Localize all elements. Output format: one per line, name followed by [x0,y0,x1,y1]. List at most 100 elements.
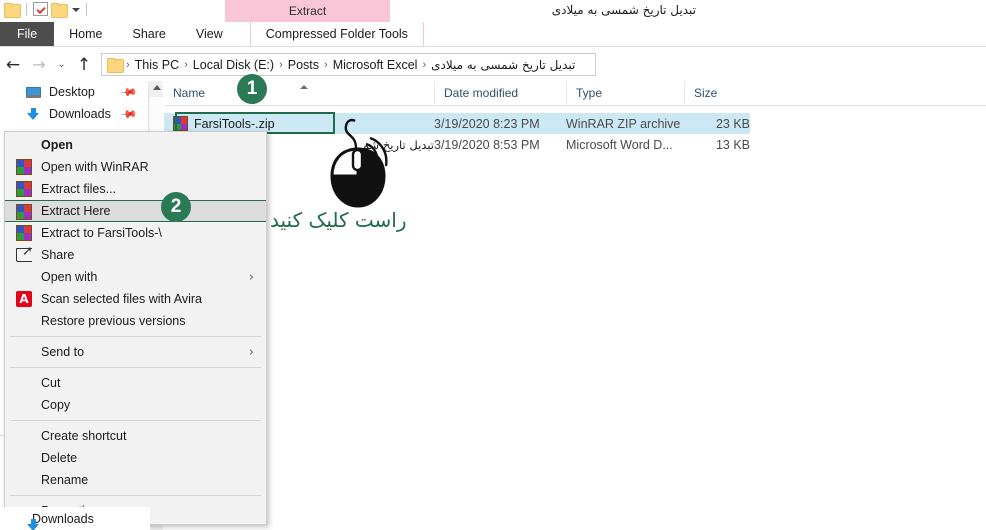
column-header-type[interactable]: Type [566,80,684,106]
winrar-icon [16,225,32,241]
title-bar: Extract تبدیل تاریخ شمسی به میلادی [0,0,986,22]
tab-compressed-folder-tools-label: Compressed Folder Tools [265,27,408,41]
breadcrumb-item-this-pc[interactable]: This PC [131,58,183,72]
folder-icon[interactable] [4,2,21,18]
contextual-tab-group-label: Extract [288,4,327,18]
folder-icon [107,58,124,73]
file-explorer-window: Extract تبدیل تاریخ شمسی به میلادی File … [0,0,986,530]
qat-divider [26,2,27,16]
context-menu: Open Open with WinRAR Extract files... E… [4,131,267,525]
menu-item-open-label: Open [41,138,73,152]
menu-item-share-label: Share [41,248,75,262]
menu-item-create-shortcut-label: Create shortcut [41,429,127,443]
file-date-cell: 3/19/2020 8:23 PM [434,116,540,131]
breadcrumb-item-microsoft-excel[interactable]: Microsoft Excel [329,58,422,72]
tab-home-label: Home [69,27,103,41]
menu-item-open-with-winrar[interactable]: Open with WinRAR [5,156,266,178]
breadcrumb-item-current-folder[interactable]: تبدیل تاریخ شمسی به میلادی [427,58,579,72]
pin-icon[interactable]: 📌 [120,83,139,102]
column-header-date-modified-label: Date modified [444,86,519,100]
menu-item-send-to[interactable]: Send to › [5,341,266,363]
column-header-size-label: Size [694,86,718,100]
new-folder-icon[interactable] [51,2,68,18]
menu-item-copy[interactable]: Copy [5,394,266,416]
column-header-type-label: Type [576,86,603,100]
menu-item-scan-with-avira-label: Scan selected files with Avira [41,292,202,306]
menu-item-restore-previous-versions[interactable]: Restore previous versions [5,310,266,332]
sidebar-item-downloads[interactable]: Downloads 📌 [0,103,148,125]
file-type-cell: Microsoft Word D... [566,137,673,152]
menu-item-scan-with-avira[interactable]: A Scan selected files with Avira [5,288,266,310]
arrow-up-icon[interactable]: ↑ [71,52,97,78]
menu-item-delete[interactable]: Delete [5,447,266,469]
chevron-up-icon[interactable] [153,85,161,90]
tab-home[interactable]: Home [54,22,117,46]
menu-item-copy-label: Copy [41,398,71,412]
tab-share-label: Share [132,27,166,41]
menu-separator [10,367,261,368]
file-size-cell: 23 KB [715,116,750,131]
menu-item-rename[interactable]: Rename [5,469,266,491]
arrow-right-icon[interactable]: → [26,52,52,78]
tab-view-label: View [195,27,223,41]
column-header-row: Name Date modified Type Size [164,80,986,106]
instruction-annotation: راست کلیک کنید [270,208,407,232]
properties-checkbox-icon[interactable] [33,2,48,16]
column-header-size[interactable]: Size [684,80,764,106]
chevron-down-icon[interactable] [72,8,80,12]
file-type-cell: WinRAR ZIP archive [566,116,681,131]
contextual-tab-group-extract[interactable]: Extract [225,0,390,22]
menu-item-extract-to-folder-label: Extract to FarsiTools-\ [41,226,162,240]
sidebar-item-desktop[interactable]: Desktop 📌 [0,81,148,103]
menu-item-extract-here-label: Extract Here [41,204,111,218]
sidebar-item-downloads-bottom-label: Downloads [32,511,94,526]
menu-separator [10,420,261,421]
sort-ascending-icon [300,85,308,89]
tab-share[interactable]: Share [118,22,181,46]
tab-compressed-folder-tools[interactable]: Compressed Folder Tools [249,22,424,46]
step-badge-1: 1 [237,74,267,104]
mouse-right-click-icon [318,118,398,210]
arrow-left-icon[interactable]: ← [0,52,26,78]
menu-item-create-shortcut[interactable]: Create shortcut [5,425,266,447]
menu-item-open-with-label: Open with [41,270,98,284]
column-header-name[interactable]: Name [164,81,434,106]
menu-item-open[interactable]: Open [5,134,266,156]
menu-item-extract-files[interactable]: Extract files... [5,178,266,200]
menu-item-extract-here[interactable]: Extract Here [5,200,266,222]
menu-item-share[interactable]: Share [5,244,266,266]
pin-icon[interactable]: 📌 [120,105,139,124]
menu-item-extract-to-folder[interactable]: Extract to FarsiTools-\ [5,222,266,244]
menu-item-open-with[interactable]: Open with › [5,266,266,288]
avira-icon: A [16,291,32,307]
file-date-cell: 3/19/2020 8:53 PM [434,137,540,152]
sidebar-item-desktop-label: Desktop [49,85,95,99]
tab-file[interactable]: File [0,22,55,46]
download-icon [26,107,43,121]
quick-access-toolbar [4,2,90,18]
breadcrumb-item-posts[interactable]: Posts [284,58,323,72]
menu-item-rename-label: Rename [41,473,89,487]
winrar-icon [16,204,32,220]
menu-item-cut-label: Cut [41,376,61,390]
menu-item-restore-previous-versions-label: Restore previous versions [41,314,186,328]
winrar-icon [16,181,32,197]
breadcrumb[interactable]: › This PC › Local Disk (E:) › Posts › Mi… [101,53,596,76]
breadcrumb-item-local-disk[interactable]: Local Disk (E:) [189,58,278,72]
chevron-right-icon: › [248,270,254,285]
chevron-down-icon[interactable]: ⌄ [52,52,71,78]
menu-item-cut[interactable]: Cut [5,372,266,394]
chevron-right-icon: › [248,345,254,360]
sidebar-item-downloads-bottom[interactable]: Downloads [0,507,150,530]
winrar-icon [16,159,32,175]
desktop-icon [26,86,43,98]
menu-item-send-to-label: Send to [41,345,85,359]
step-badge-2: 2 [161,192,191,222]
column-header-date-modified[interactable]: Date modified [434,80,566,106]
tab-view[interactable]: View [181,22,238,46]
column-header-name-label: Name [173,86,206,100]
menu-item-open-with-winrar-label: Open with WinRAR [41,160,149,174]
address-bar: ← → ⌄ ↑ › This PC › Local Disk (E:) › Po… [0,48,986,81]
winrar-archive-icon [173,116,188,131]
sidebar-item-downloads-label: Downloads [49,107,111,121]
